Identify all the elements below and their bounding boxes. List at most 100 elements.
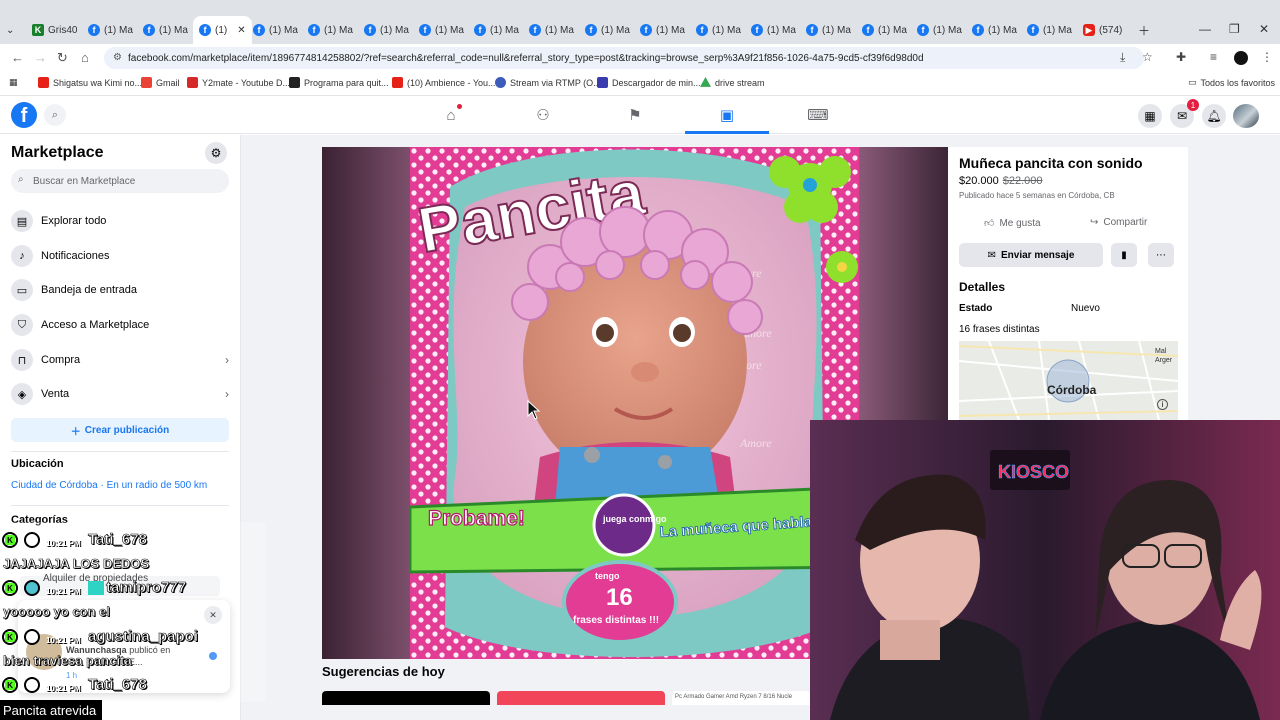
account-avatar[interactable]	[1233, 104, 1259, 128]
browser-tab[interactable]: ▶ (574)	[1083, 20, 1122, 40]
browser-tab[interactable]: f (1) Ma	[253, 20, 298, 40]
browser-tab[interactable]: f (1) Ma	[143, 20, 188, 40]
suggestion-card[interactable]	[322, 691, 490, 705]
facebook-logo[interactable]: f	[11, 102, 37, 128]
search-icon[interactable]: ⌕	[44, 104, 66, 126]
doll-box-illustration: Pancita Amore Amore Amore Amore	[410, 147, 859, 659]
bag-icon: ⊓	[11, 349, 33, 371]
kick-badge-icon: K	[2, 629, 18, 645]
browser-tab[interactable]: f (1) Ma	[585, 20, 630, 40]
browser-tab[interactable]: f (1) Ma	[806, 20, 851, 40]
all-bookmarks[interactable]: ▭ Todos los favoritos	[1188, 77, 1275, 88]
menu-grid-icon[interactable]: ▦	[1138, 104, 1162, 128]
browser-tab[interactable]: K Gris40	[32, 20, 77, 40]
bookmark[interactable]: (10) Ambience - You...	[392, 77, 496, 88]
y2mate-icon	[187, 77, 198, 88]
browser-tab[interactable]: f (1) Ma	[972, 20, 1017, 40]
location-link[interactable]: Ciudad de Córdoba · En un radio de 500 k…	[11, 480, 207, 491]
browser-tab[interactable]: f (1) Ma	[640, 20, 685, 40]
bookmark[interactable]: Shigatsu wa Kimi no...	[38, 77, 142, 88]
browser-tab[interactable]: f (1) Ma	[308, 20, 353, 40]
send-message-button[interactable]: ✉ Enviar mensaje	[959, 243, 1103, 267]
bookmark[interactable]: Descargador de min...	[597, 77, 701, 88]
share-button[interactable]: ↪ Compartir	[1090, 217, 1147, 228]
marketplace-search[interactable]: ⌕	[11, 169, 229, 193]
pages-nav-icon[interactable]: ⚑	[624, 105, 646, 125]
menu-icon[interactable]: ⋮	[1261, 50, 1273, 64]
forward-icon[interactable]: →	[34, 50, 47, 65]
browser-tab[interactable]: f (1) Ma	[419, 20, 464, 40]
address-bar[interactable]: ⚙ facebook.com/marketplace/item/18967748…	[104, 47, 1144, 69]
sidebar-item-access[interactable]: ⛉ Acceso a Marketplace	[11, 311, 231, 339]
browser-tab[interactable]: f (1) Ma	[1027, 20, 1072, 40]
info-icon[interactable]: i	[1157, 399, 1168, 410]
bookmark[interactable]: drive stream	[700, 77, 765, 88]
facebook-icon: f	[751, 24, 763, 36]
marketplace-search-input[interactable]	[33, 175, 213, 187]
browser-tab[interactable]: f (1) Ma	[917, 20, 962, 40]
notifications-bell-icon[interactable]: 🔔︎	[1202, 104, 1226, 128]
chat-username: agustina_papoi	[88, 628, 199, 646]
browser-tab[interactable]: f (1) Ma	[751, 20, 796, 40]
home-icon[interactable]: ⌂	[81, 50, 89, 65]
facebook-icon: f	[862, 24, 874, 36]
reload-icon[interactable]: ↻	[57, 50, 68, 66]
maximize-button[interactable]: ❐	[1229, 22, 1240, 36]
sidebar-item-inbox[interactable]: ▭ Bandeja de entrada	[11, 276, 231, 304]
browser-tab[interactable]: f (1) Ma	[529, 20, 574, 40]
site-info-icon[interactable]: ⚙	[113, 52, 122, 63]
new-tab-button[interactable]: ＋	[1138, 22, 1150, 39]
bookmark[interactable]: Programa para quit...	[289, 77, 389, 88]
close-window-button[interactable]: ✕	[1259, 22, 1269, 36]
back-icon[interactable]: ←	[11, 50, 24, 65]
drive-icon	[700, 77, 711, 87]
apps-icon[interactable]: ▦	[9, 77, 18, 88]
extensions-icon[interactable]: ✚	[1176, 50, 1186, 64]
browser-tab[interactable]: f (1) Ma	[88, 20, 133, 40]
bookmark[interactable]: Gmail	[141, 77, 180, 88]
friends-nav-icon[interactable]: ⚇	[532, 105, 554, 125]
sidebar-item-selling[interactable]: ◈ Venta ›	[11, 380, 231, 408]
bookmark[interactable]: Stream via RTMP (O...	[495, 77, 601, 88]
chat-time: 10:21 PM	[46, 587, 81, 596]
browser-toolbar: ← → ↻ ⌂ ⚙ facebook.com/marketplace/item/…	[0, 44, 1280, 72]
store-icon: ▤	[11, 210, 33, 232]
profile-icon[interactable]	[1234, 51, 1248, 65]
install-app-icon[interactable]: ⤓	[1120, 50, 1125, 65]
browser-tab-active[interactable]: f (1) ✕	[193, 16, 252, 44]
sidebar-item-notifications[interactable]: ♪ Notificaciones	[11, 242, 231, 270]
browser-tab[interactable]: f (1) Ma	[862, 20, 907, 40]
gaming-nav-icon[interactable]: ⌨	[807, 105, 829, 125]
tab-list-button[interactable]: ⌄	[6, 20, 14, 40]
gmail-icon	[141, 77, 152, 88]
media-icon[interactable]: ≡	[1210, 50, 1217, 64]
browser-tab[interactable]: f (1) Ma	[474, 20, 519, 40]
like-button[interactable]: 👍︎ Me gusta	[984, 217, 1041, 230]
create-listing-button[interactable]: ＋ Crear publicación	[11, 418, 229, 442]
suggestion-card[interactable]: Pc Armado Gamer Amd Ryzen 7 8/16 Nucle	[672, 691, 810, 705]
more-options-button[interactable]: ⋯	[1148, 243, 1174, 267]
bookmark-star-icon[interactable]: ☆	[1142, 50, 1153, 64]
webcam-overlay: KIOSCO	[810, 420, 1280, 720]
facebook-icon: f	[199, 24, 211, 36]
facebook-icon: f	[474, 24, 486, 36]
minimize-button[interactable]: —	[1199, 22, 1211, 36]
user-avatar-icon	[24, 532, 40, 548]
photo-blur-left	[322, 147, 410, 659]
sidebar-item-buying[interactable]: ⊓ Compra ›	[11, 346, 231, 374]
chevron-right-icon: ›	[225, 353, 229, 367]
suggestion-card[interactable]	[497, 691, 665, 705]
bookmark[interactable]: Y2mate - Youtube D...	[187, 77, 290, 88]
marketplace-nav-icon[interactable]: ▣	[716, 105, 738, 125]
settings-gear-icon[interactable]: ⚙	[205, 142, 227, 164]
count-prefix: tengo	[595, 571, 620, 581]
location-map[interactable]: Córdoba Mal Arger i	[959, 341, 1178, 420]
browser-tab[interactable]: f (1) Ma	[364, 20, 409, 40]
save-bookmark-button[interactable]: ▮	[1111, 243, 1137, 267]
close-tab-icon[interactable]: ✕	[237, 25, 245, 36]
chat-message: bien traviesa pancita	[3, 653, 132, 669]
sidebar-item-explore[interactable]: ▤ Explorar todo	[11, 207, 231, 235]
facebook-icon: f	[972, 24, 984, 36]
browser-tab[interactable]: f (1) Ma	[696, 20, 741, 40]
facebook-icon: f	[917, 24, 929, 36]
